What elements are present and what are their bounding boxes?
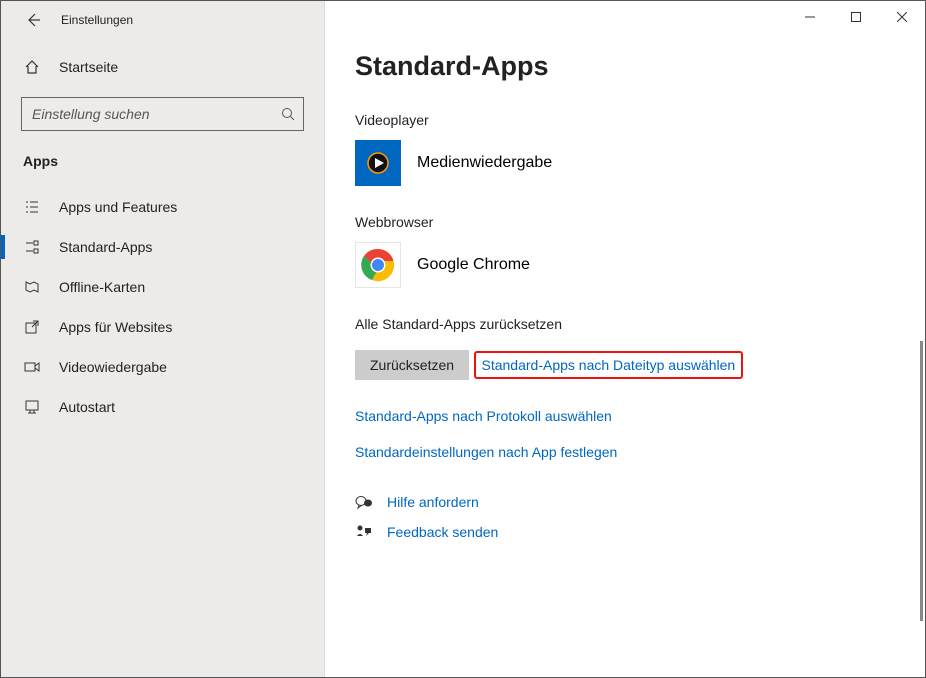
sidebar-home[interactable]: Startseite [1,49,324,85]
sidebar-item-label: Offline-Karten [59,279,145,295]
search-input[interactable] [32,106,281,122]
footer-links: Hilfe anfordern Feedback senden [355,494,913,540]
home-icon [23,59,41,75]
webbrowser-heading: Webbrowser [355,214,913,230]
link-set-by-app[interactable]: Standardeinstellungen nach App festlegen [355,444,913,460]
page-title: Standard-Apps [355,51,913,82]
map-icon [23,279,41,295]
sidebar-item-label: Autostart [59,399,115,415]
search-icon [281,107,295,121]
sidebar-item-label: Apps und Features [59,199,177,215]
sidebar-item-label: Apps für Websites [59,319,172,335]
autostart-icon [23,399,41,415]
help-label: Hilfe anfordern [387,494,479,510]
sidebar-item-label: Videowiedergabe [59,359,167,375]
list-icon [23,199,41,215]
reset-button[interactable]: Zurücksetzen [355,350,469,380]
videoplayer-app-label: Medienwiedergabe [417,154,552,172]
arrow-left-icon [25,12,41,28]
link-choose-by-filetype[interactable]: Standard-Apps nach Dateityp auswählen [474,351,744,379]
sidebar-item-default-apps[interactable]: Standard-Apps [1,227,324,267]
scrollbar[interactable] [920,341,923,621]
sidebar: Startseite Apps Apps und Features [1,1,325,677]
help-link[interactable]: Hilfe anfordern [355,494,913,510]
chrome-icon [355,242,401,288]
settings-window: Einstellungen Startseite [0,0,926,678]
webbrowser-app-label: Google Chrome [417,256,530,274]
feedback-link[interactable]: Feedback senden [355,524,913,540]
search-box[interactable] [21,97,304,131]
sidebar-item-video-playback[interactable]: Videowiedergabe [1,347,324,387]
videoplayer-tile[interactable]: Medienwiedergabe [355,140,913,186]
sidebar-home-label: Startseite [59,59,118,75]
open-external-icon [23,319,41,335]
sidebar-item-offline-maps[interactable]: Offline-Karten [1,267,324,307]
main-content: Standard-Apps Videoplayer Medienwiederga… [325,1,925,677]
video-icon [23,359,41,375]
sidebar-nav: Apps und Features Standard-Apps Offline-… [1,187,324,427]
window-title: Einstellungen [61,13,133,27]
reset-heading: Alle Standard-Apps zurücksetzen [355,316,913,332]
help-icon [355,494,373,510]
feedback-icon [355,524,373,540]
videoplayer-heading: Videoplayer [355,112,913,128]
sidebar-item-autostart[interactable]: Autostart [1,387,324,427]
feedback-label: Feedback senden [387,524,498,540]
back-button[interactable] [13,1,53,39]
sidebar-item-apps-websites[interactable]: Apps für Websites [1,307,324,347]
sidebar-item-label: Standard-Apps [59,239,152,255]
webbrowser-tile[interactable]: Google Chrome [355,242,913,288]
media-player-icon [355,140,401,186]
sidebar-item-apps-features[interactable]: Apps und Features [1,187,324,227]
sidebar-section-title: Apps [1,143,324,177]
defaults-icon [23,239,41,255]
link-choose-by-protocol[interactable]: Standard-Apps nach Protokoll auswählen [355,408,913,424]
